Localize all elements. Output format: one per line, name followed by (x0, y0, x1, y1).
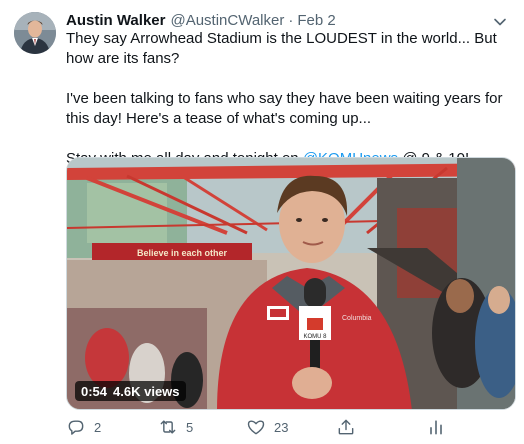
tweet-text: They say Arrowhead Stadium is the LOUDES… (66, 29, 516, 169)
svg-text:Columbia: Columbia (342, 315, 372, 322)
heart-icon (247, 420, 265, 435)
video-duration: 0:54 (81, 383, 108, 399)
video-frame: Believe in each other Columbia KOMU 8 (67, 158, 515, 409)
tweet-card[interactable]: Austin Walker @AustinCWalker · Feb 2 The… (0, 0, 524, 444)
share-button[interactable] (336, 417, 356, 437)
retweet-icon (160, 420, 176, 434)
separator-dot: · (288, 12, 294, 29)
video-views: 4.6K views (113, 383, 180, 399)
chevron-down-icon[interactable] (492, 14, 508, 30)
mic-flag-text: KOMU 8 (303, 334, 327, 340)
analytics-button[interactable] (426, 417, 446, 437)
video-player[interactable]: Believe in each other Columbia KOMU 8 0:… (66, 157, 516, 410)
tweet-text-line-2: I've been talking to fans who say they h… (66, 90, 503, 127)
author-name[interactable]: Austin Walker (66, 12, 165, 29)
like-button[interactable]: 23 (246, 417, 288, 437)
tweet-text-line-1: They say Arrowhead Stadium is the LOUDES… (66, 30, 497, 67)
retweet-button[interactable]: 5 (158, 417, 193, 437)
avatar[interactable] (14, 12, 56, 54)
analytics-icon (430, 420, 442, 435)
retweet-count: 5 (186, 419, 194, 435)
reply-button[interactable]: 2 (66, 417, 101, 437)
banner-text: Believe in each other (137, 248, 228, 258)
like-count: 23 (274, 419, 289, 435)
author-handle[interactable]: @AustinCWalker (170, 12, 284, 29)
share-icon (338, 419, 354, 435)
tweet-actions: 2 5 23 (60, 415, 460, 439)
reply-icon (68, 420, 84, 435)
video-stats-badge: 0:54 4.6K views (75, 381, 186, 401)
tweet-date[interactable]: Feb 2 (297, 12, 335, 29)
reply-count: 2 (94, 419, 102, 435)
